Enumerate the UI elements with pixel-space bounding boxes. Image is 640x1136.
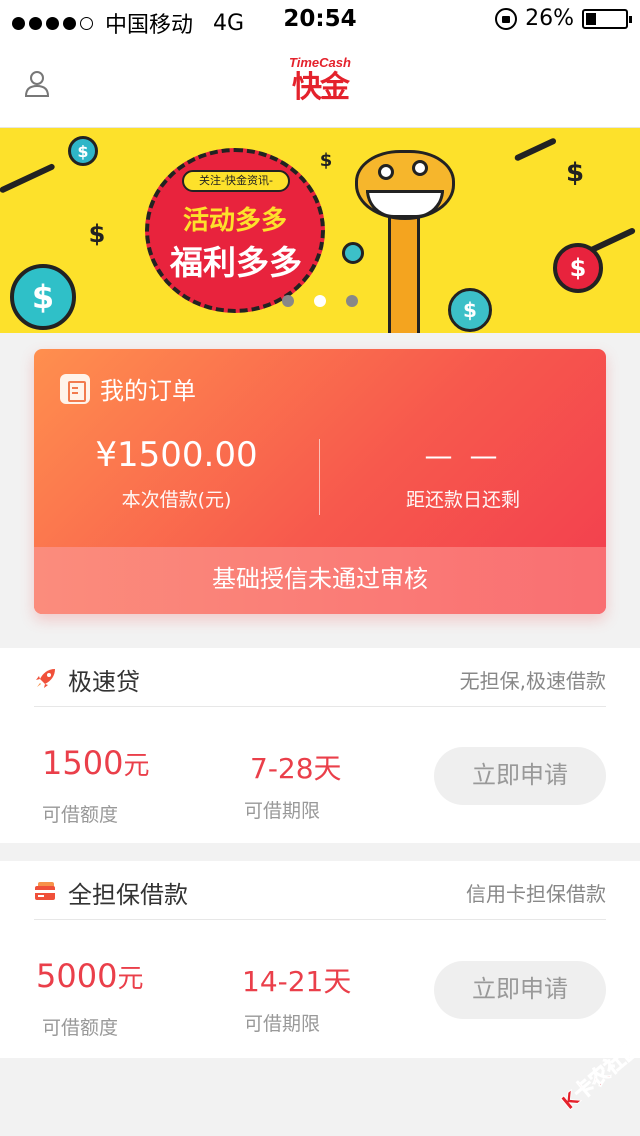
dollar-coin-icon: [342, 242, 364, 264]
loan-amount-label: 本次借款(元): [121, 489, 232, 511]
user-icon[interactable]: [24, 70, 50, 98]
days-remaining: — —: [424, 439, 502, 472]
credit-amount-label: 可借额度: [42, 1017, 119, 1039]
credit-card-icon: [35, 882, 55, 900]
giraffe-eye: [378, 164, 394, 180]
loan-period-label: 可借期限: [244, 1013, 321, 1035]
carousel-indicator[interactable]: [282, 295, 358, 307]
credit-amount-value: 5000: [36, 957, 118, 995]
credit-amount: 5000元: [36, 957, 143, 995]
decor-stripe: [513, 137, 558, 162]
product-header: 全担保借款 信用卡担保借款: [34, 861, 606, 920]
product-description: 信用卡担保借款: [466, 882, 606, 906]
status-right: 26%: [495, 6, 632, 31]
banner-tag: 关注-快金资讯-: [182, 170, 290, 192]
order-status[interactable]: 基础授信未通过审核: [34, 547, 606, 614]
logo-en: TimeCash: [289, 55, 351, 70]
banner-subheadline: 福利多多: [170, 243, 302, 282]
product-name: 全担保借款: [68, 881, 188, 909]
clipboard-icon: [60, 373, 90, 404]
dollar-coin-icon: $: [553, 243, 603, 293]
banner-headline: 活动多多: [182, 206, 287, 236]
logo-cn: 快金: [292, 70, 350, 105]
order-card[interactable]: 我的订单 ¥1500.00 本次借款(元) — — 距还款日还剩 基础授信未通过…: [34, 349, 606, 614]
nav-bar: TimeCash 快金: [0, 40, 640, 128]
watermark-logo: K卡农社区: [556, 1040, 640, 1115]
product-header: 极速贷 无担保,极速借款: [34, 648, 606, 707]
product-express-loan: 极速贷 无担保,极速借款 1500元 可借额度 7-28天 可借期限 立即申请: [0, 648, 640, 843]
app-logo: TimeCash 快金: [287, 56, 353, 112]
dollar-sign-icon: $: [319, 149, 333, 171]
giraffe-neck: [388, 208, 420, 333]
loan-amount: ¥1500.00: [95, 435, 258, 475]
loan-period: 14-21天: [242, 965, 352, 998]
credit-amount-label: 可借额度: [42, 804, 119, 826]
carousel-dot[interactable]: [282, 295, 294, 307]
dollar-coin-icon: $: [68, 136, 98, 166]
battery-percent: 26%: [525, 6, 574, 31]
rotation-lock-icon: [495, 7, 518, 30]
svg-text:K卡农社区: K卡农社区: [557, 1040, 640, 1115]
days-remaining-label: 距还款日还剩: [405, 489, 520, 511]
battery-icon: [582, 8, 632, 29]
credit-amount: 1500元: [42, 744, 149, 782]
decor-stripe: [0, 162, 56, 194]
order-title: 我的订单: [100, 377, 196, 405]
credit-amount-value: 1500: [42, 744, 124, 782]
product-guaranteed-loan: 全担保借款 信用卡担保借款 5000元 可借额度 14-21天 可借期限 立即申…: [0, 861, 640, 1058]
status-bar: 中国移动 4G 20:54 26%: [0, 0, 640, 40]
credit-amount-unit: 元: [123, 751, 150, 781]
apply-button[interactable]: 立即申请: [434, 747, 606, 805]
credit-amount-unit: 元: [117, 964, 144, 994]
apply-button[interactable]: 立即申请: [434, 961, 606, 1019]
battery-fill: [586, 12, 596, 25]
dollar-coin-icon: $: [448, 288, 492, 332]
giraffe-eye: [412, 160, 428, 176]
rocket-icon: [36, 669, 55, 688]
dollar-sign-icon: $: [565, 158, 585, 188]
carousel-dot[interactable]: [346, 295, 358, 307]
promo-banner[interactable]: $ $ $ $ $ $ $ 关注-快金资讯- 活动多多 福利多多: [0, 128, 640, 333]
order-title-row: 我的订单: [60, 371, 196, 406]
loan-period-label: 可借期限: [244, 800, 321, 822]
dollar-sign-icon: $: [88, 220, 106, 248]
carousel-dot-active[interactable]: [314, 295, 326, 307]
product-description: 无担保,极速借款: [459, 669, 606, 693]
dollar-coin-icon: $: [10, 264, 76, 330]
loan-period: 7-28天: [250, 752, 342, 785]
product-name: 极速贷: [68, 668, 140, 696]
